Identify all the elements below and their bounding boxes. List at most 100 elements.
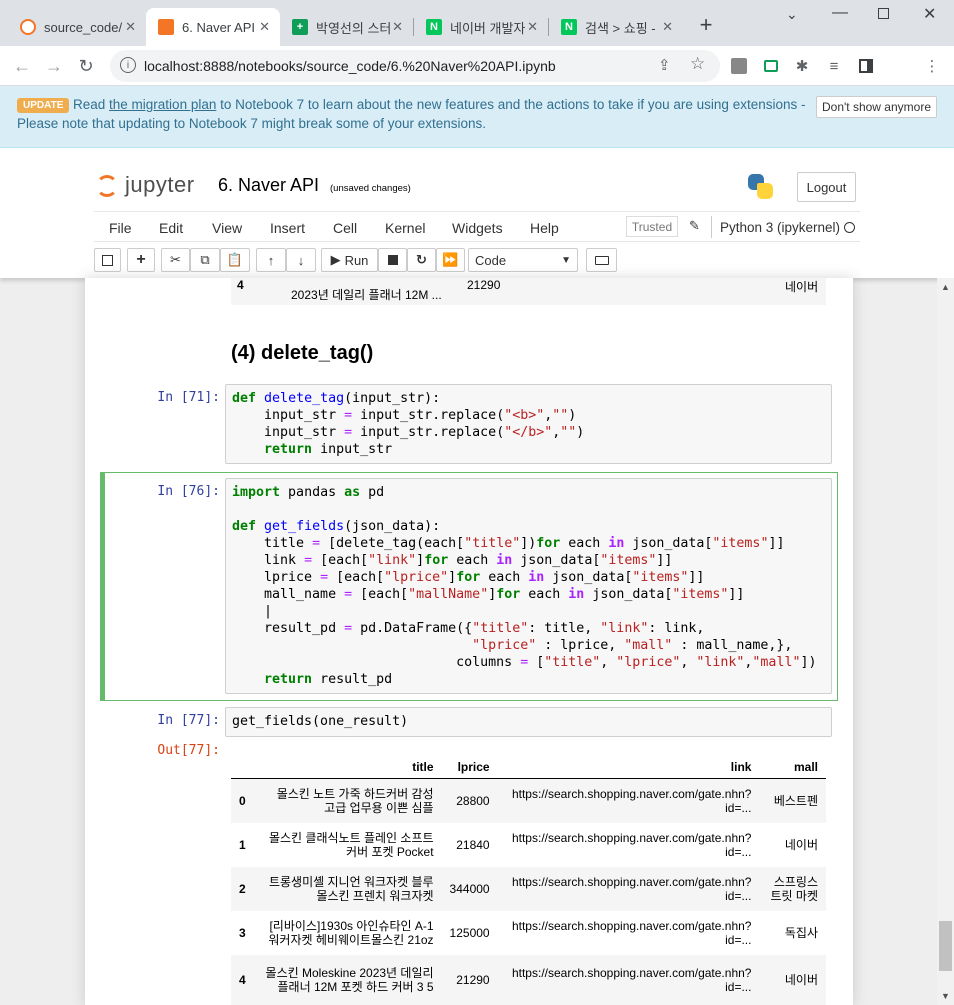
browser-tab-blog[interactable]: + 박영선의 스터 ✕ (280, 8, 413, 46)
column-header-lprice: lprice (441, 756, 498, 779)
insert-cell-button[interactable]: + (127, 248, 155, 272)
scrollbar-thumb[interactable] (939, 921, 952, 971)
close-icon[interactable]: ✕ (662, 19, 673, 35)
browser-tab-source-code[interactable]: source_code/ ✕ (8, 8, 146, 46)
extension-green-icon[interactable] (761, 56, 781, 76)
share-icon[interactable]: ⇪ (658, 56, 671, 74)
run-button[interactable]: ▶ Run (321, 248, 378, 272)
scroll-down-arrow-icon[interactable]: ▼ (941, 991, 950, 1001)
plus-doc-icon: + (292, 19, 308, 35)
menu-cell[interactable]: Cell (333, 220, 357, 236)
close-icon[interactable]: ✕ (392, 19, 403, 35)
jupyter-logo-icon[interactable] (96, 175, 118, 197)
cell-type-select[interactable]: Code ▼ (468, 248, 578, 272)
command-palette-button[interactable] (586, 248, 617, 272)
cut-button[interactable]: ✂ (161, 248, 190, 272)
trusted-indicator[interactable]: Trusted (626, 216, 678, 237)
code-cell-call-get-fields[interactable]: get_fields(one_result) (225, 707, 832, 737)
naver-icon: N (426, 19, 442, 35)
side-panel-icon[interactable] (856, 56, 876, 76)
extensions-puzzle-icon[interactable]: ✱ (792, 56, 812, 76)
code-cell-get-fields[interactable]: import pandas as pd def get_fields(json_… (225, 478, 832, 694)
move-up-button[interactable]: ↑ (256, 248, 286, 272)
cell-prompt-out: Out[77]: (157, 743, 220, 758)
cell-prompt-in: In [77]: (157, 713, 220, 728)
update-badge: UPDATE (17, 98, 70, 113)
reload-icon[interactable]: ↻ (74, 54, 98, 78)
save-status: (unsaved changes) (330, 183, 411, 194)
browser-tab-naver-dev[interactable]: N 네이버 개발자 ✕ (414, 8, 548, 46)
restart-icon: ↻ (416, 252, 427, 267)
close-icon[interactable]: ✕ (527, 19, 538, 35)
site-info-icon[interactable]: i (120, 57, 136, 73)
close-icon[interactable]: ✕ (259, 19, 270, 35)
update-notice-bar: UPDATE Read the migration plan to Notebo… (0, 86, 954, 148)
migration-plan-link[interactable]: the migration plan (109, 97, 216, 112)
browser-tab-naver-api[interactable]: 6. Naver API ✕ (146, 8, 280, 46)
menu-insert[interactable]: Insert (270, 220, 305, 236)
menu-view[interactable]: View (212, 220, 242, 236)
tab-search-chevron-icon[interactable]: ⌄ (786, 6, 798, 23)
minimize-icon[interactable]: — (832, 4, 848, 22)
tab-label: 6. Naver API (182, 19, 255, 35)
menu-kernel[interactable]: Kernel (385, 220, 425, 236)
cell-type-value: Code (475, 252, 507, 268)
cell-mall: 네이버 (784, 837, 818, 852)
paste-button[interactable]: 📋 (220, 248, 250, 272)
run-label: Run (344, 252, 369, 268)
table-row: 1 몰스킨 클래식노트 플레인 소프트 커버 포켓 Pocket 21840 ht… (231, 823, 826, 867)
browser-tab-shopping-search[interactable]: N 검색 > 쇼핑 - ✕ (549, 8, 683, 46)
notebook-icon (158, 19, 174, 35)
save-button[interactable] (94, 248, 121, 272)
partial-row-mall: 네이버 (785, 280, 819, 294)
fast-forward-icon: ⏩ (442, 252, 459, 267)
close-window-icon[interactable]: ✕ (923, 4, 936, 24)
menu-edit[interactable]: Edit (159, 220, 183, 236)
extension-profile-icon[interactable] (729, 56, 749, 76)
browser-toolbar: ← → ↻ i localhost:8888/notebooks/source_… (0, 46, 954, 120)
page-scrollbar[interactable]: ▲ ▼ (937, 278, 954, 1005)
table-row: 0 몰스킨 노트 가죽 하드커버 감성 고급 업무용 이쁜 심플 28800 ht… (231, 778, 826, 823)
code-cell-delete-tag[interactable]: def delete_tag(input_str): input_str = i… (225, 384, 832, 464)
edit-pencil-icon[interactable]: ✎ (689, 218, 700, 234)
menu-widgets[interactable]: Widgets (452, 220, 503, 236)
close-icon[interactable]: ✕ (125, 19, 136, 35)
jupyter-logo-text[interactable]: jupyter (125, 172, 195, 198)
kernel-name[interactable]: Python 3 (ipykernel) (720, 220, 840, 235)
dont-show-anymore-button[interactable]: Don't show anymore (816, 96, 937, 118)
python-logo-icon (746, 172, 776, 202)
restart-button[interactable]: ↻ (407, 248, 436, 272)
bookmark-star-icon[interactable]: ☆ (690, 54, 705, 74)
cell-mall: 스프링스 트릿 마켓 (759, 866, 826, 911)
column-header-mall: mall (759, 756, 826, 779)
restart-run-all-button[interactable]: ⏩ (436, 248, 465, 272)
paste-icon: 📋 (226, 252, 244, 267)
move-down-button[interactable]: ↓ (286, 248, 316, 272)
interrupt-button[interactable] (378, 248, 407, 272)
table-row: 4 몰스킨 Moleskine 2023년 데일리 플래너 12M 포켓 하드 커… (231, 954, 826, 1005)
jupyter-icon (20, 19, 36, 35)
new-tab-button[interactable]: + (693, 12, 719, 38)
address-bar[interactable]: i localhost:8888/notebooks/source_code/6… (110, 50, 720, 82)
menu-help[interactable]: Help (530, 220, 559, 236)
naver-icon: N (561, 19, 577, 35)
cell-title: 몰스킨 클래식노트 플레인 소프트 커버 포켓 Pocket (268, 830, 434, 859)
update-notice-line2: Please note that updating to Notebook 7 … (17, 116, 487, 131)
maximize-icon[interactable] (878, 8, 889, 19)
cell-lprice: 21840 (456, 837, 490, 852)
row-index: 0 (231, 778, 254, 823)
partial-row-index: 4 (237, 278, 244, 292)
browser-menu-icon[interactable]: ⋮ (922, 56, 942, 76)
media-queue-icon[interactable]: ≡ (824, 56, 844, 76)
cell-link: https://search.shopping.naver.com/gate.n… (497, 778, 760, 823)
browser-tab-strip: source_code/ ✕ 6. Naver API ✕ + 박영선의 스터 … (0, 0, 954, 46)
logout-button[interactable]: Logout (797, 172, 856, 202)
cell-lprice: 344000 (441, 866, 498, 911)
scroll-up-arrow-icon[interactable]: ▲ (941, 282, 950, 292)
index-header (231, 756, 254, 779)
notebook-name[interactable]: 6. Naver API (218, 175, 319, 196)
menu-file[interactable]: File (109, 220, 132, 236)
copy-button[interactable]: ⧉ (190, 248, 220, 272)
back-arrow-icon[interactable]: ← (10, 54, 34, 78)
forward-arrow-icon[interactable]: → (42, 54, 66, 78)
